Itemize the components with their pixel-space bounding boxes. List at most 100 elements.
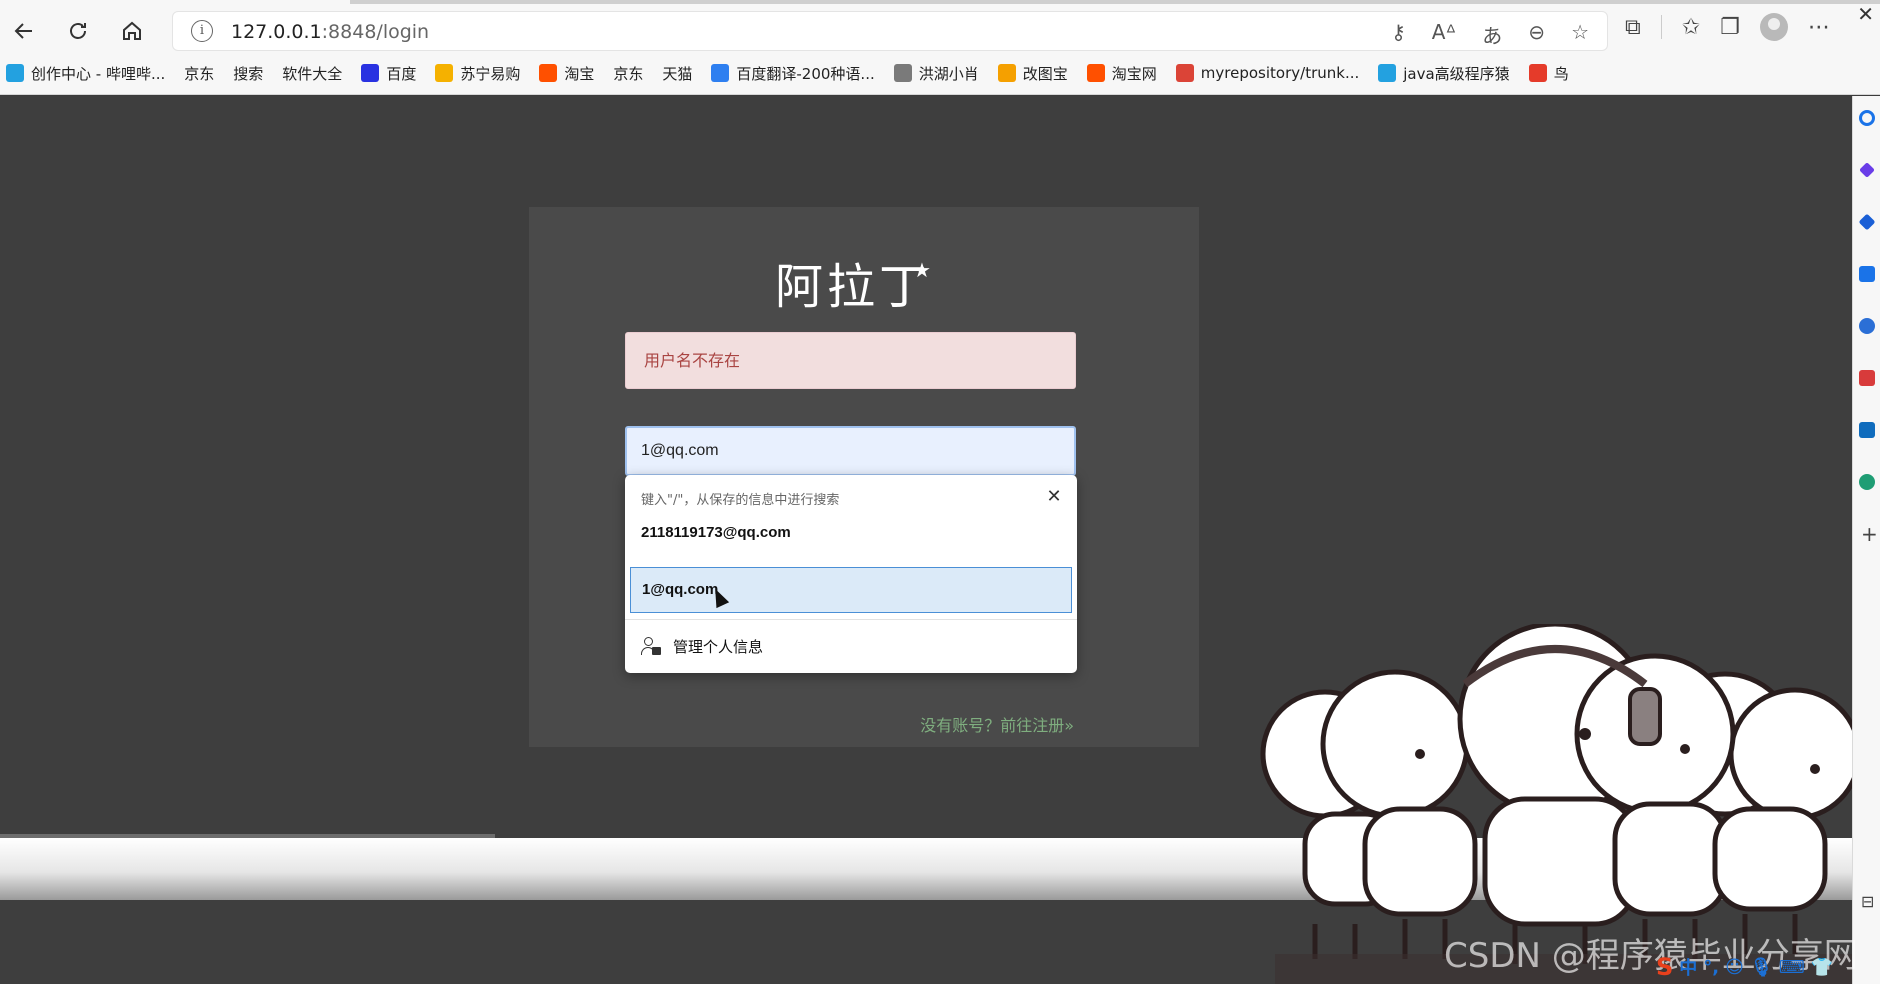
bookmark-label: 京东: [184, 64, 215, 83]
bookmark-label: java高级程序猿: [1403, 64, 1510, 83]
add-favorite-icon[interactable]: ☆: [1571, 20, 1589, 49]
dropdown-close-button[interactable]: ✕: [1041, 483, 1067, 509]
bird-red-icon: [1528, 64, 1547, 82]
more-menu-icon[interactable]: ⋯: [1808, 15, 1830, 40]
sidebar-settings-icon[interactable]: ⊟: [1861, 892, 1874, 911]
baidu-translate-icon: [711, 64, 730, 82]
ime-toolbar[interactable]: S 中 °, ☺ 🎙 ⌨ 👕: [1656, 952, 1833, 982]
bookmark-item[interactable]: 软件大全: [0, 63, 343, 171]
edge-sidebar: + ⊟: [1852, 96, 1880, 984]
autofill-option[interactable]: 2118119173@qq.com: [630, 510, 1072, 556]
baidu-paw-icon: [361, 64, 380, 82]
tab-strip-edge: [350, 0, 1880, 4]
person-lock-icon: [641, 636, 661, 657]
bookmark-item[interactable]: 鸟: [1528, 63, 1569, 84]
key-icon[interactable]: ⚷: [1391, 20, 1406, 49]
bookmark-label: 淘宝网: [1111, 64, 1157, 83]
manage-personal-info-button[interactable]: 管理个人信息: [641, 636, 763, 657]
autofill-option-selected[interactable]: 1@qq.com: [630, 567, 1072, 613]
url-text: 127.0.0.1:8848/login: [231, 21, 429, 43]
bookmarks-bar: 创作中心 - 哔哩哔... 京东 搜索 软件大全 百度 苏宁易购 淘宝 京东 天猫 百度翻译-20…: [0, 58, 1880, 171]
suning-icon: [435, 64, 454, 82]
error-alert: 用户名不存在: [625, 332, 1076, 389]
emoji-icon: ☺: [1725, 956, 1744, 978]
outlook-icon[interactable]: [1859, 422, 1875, 438]
read-aloud-icon[interactable]: Aᐞ: [1432, 20, 1457, 49]
bookmark-label: 百度: [386, 64, 417, 83]
bookmark-label: 百度翻译-200种语...: [736, 64, 875, 83]
navigation-bar: i 127.0.0.1:8848/login ⚷ Aᐞ あ ⊖ ☆ ⧉ ✩ ❐ …: [0, 5, 1880, 55]
url-path: :8848/login: [321, 21, 430, 43]
reload-icon: [70, 23, 86, 39]
taobao-icon: [1086, 64, 1105, 82]
site-info-icon[interactable]: i: [191, 20, 213, 42]
star-icon: ★: [913, 258, 935, 282]
autofill-dropdown: 键入"/"，从保存的信息中进行搜索 ✕ 2118119173@qq.com 1@…: [625, 475, 1077, 673]
collections-icon[interactable]: ❐: [1720, 15, 1740, 40]
profile-avatar[interactable]: [1759, 13, 1788, 41]
taobao-icon: [539, 64, 558, 82]
favorites-icon[interactable]: ✩: [1682, 15, 1700, 40]
home-icon: [123, 21, 141, 40]
url-host: 127.0.0.1: [231, 21, 322, 43]
browser-chrome: i 127.0.0.1:8848/login ⚷ Aᐞ あ ⊖ ☆ ⧉ ✩ ❐ …: [0, 0, 1880, 171]
bookmark-label: 苏宁易购: [460, 64, 521, 83]
manage-personal-info-label: 管理个人信息: [673, 638, 764, 656]
email-input[interactable]: [625, 426, 1076, 476]
search-sidebar-icon[interactable]: [1859, 110, 1875, 126]
shopping-icon[interactable]: [1858, 213, 1876, 231]
address-bar[interactable]: i 127.0.0.1:8848/login ⚷ Aᐞ あ ⊖ ☆: [172, 11, 1608, 51]
autofill-search-hint: 键入"/"，从保存的信息中进行搜索: [641, 493, 840, 508]
mic-icon: 🎙: [1749, 956, 1773, 978]
back-button[interactable]: [6, 13, 42, 49]
office-icon[interactable]: [1859, 370, 1875, 386]
skin-icon: 👕: [1810, 956, 1834, 978]
tools-icon[interactable]: [1859, 266, 1875, 282]
bookmark-item[interactable]: 天猫: [0, 63, 692, 171]
bookmark-label: 洪湖小肖: [918, 64, 979, 83]
dropdown-divider: [625, 619, 1077, 620]
register-link[interactable]: 没有账号？前往注册»: [920, 712, 1074, 736]
bookmark-item[interactable]: 百度翻译-200种语...: [711, 63, 875, 84]
bookmark-item[interactable]: 创作中心 - 哔哩哔...: [6, 63, 165, 84]
copilot-icon[interactable]: [1859, 162, 1875, 178]
extensions-icon[interactable]: ⧉: [1625, 15, 1641, 40]
toolbar-divider: [1660, 15, 1662, 39]
punctuation-icon: °,: [1703, 956, 1720, 978]
drop-icon[interactable]: [1859, 474, 1875, 490]
close-icon[interactable]: ✕: [1857, 2, 1874, 26]
bookmark-item[interactable]: 洪湖小肖: [893, 63, 979, 84]
close-icon: ✕: [1046, 486, 1062, 506]
bookmark-item[interactable]: 京东: [0, 63, 644, 171]
bookmark-item[interactable]: 百度: [361, 63, 416, 84]
keyboard-icon: ⌨: [1778, 956, 1805, 978]
bookmark-label: 改图宝: [1022, 64, 1068, 83]
home-button[interactable]: [114, 13, 150, 49]
bookmark-label: 京东: [613, 64, 644, 83]
bookmark-label: 鸟: [1553, 64, 1569, 83]
sogou-icon: S: [1656, 953, 1674, 981]
chrome-icon: [1175, 64, 1194, 82]
ime-mode: 中: [1679, 958, 1698, 979]
bookmark-label: myrepository/trunk...: [1200, 64, 1360, 82]
site-logo: 阿拉丁★: [529, 247, 1199, 317]
bookmark-item[interactable]: 京东: [0, 63, 215, 171]
bookmark-item[interactable]: 苏宁易购: [435, 63, 520, 84]
bookmark-item[interactable]: 改图宝: [997, 63, 1068, 84]
bookmark-item[interactable]: myrepository/trunk...: [1175, 64, 1360, 82]
translate-icon[interactable]: あ: [1482, 20, 1502, 49]
bookmark-item[interactable]: 淘宝: [539, 63, 594, 84]
bookmark-item[interactable]: java高级程序猿: [1378, 63, 1510, 84]
bilibili-icon: [6, 64, 24, 82]
bookmark-item[interactable]: 淘宝网: [1086, 63, 1157, 84]
bilibili-icon: [1378, 64, 1397, 82]
bookmark-label: 创作中心 - 哔哩哔...: [31, 64, 166, 83]
people-icon[interactable]: [1859, 318, 1875, 334]
add-icon[interactable]: +: [1861, 522, 1878, 546]
logo-text: 阿拉丁: [775, 259, 932, 315]
reload-button[interactable]: [60, 13, 96, 49]
bookmark-label: 淘宝: [564, 64, 595, 83]
bookmark-item[interactable]: 搜索: [0, 63, 263, 171]
zoom-out-icon[interactable]: ⊖: [1528, 20, 1545, 49]
bookmark-label: 软件大全: [282, 64, 343, 83]
